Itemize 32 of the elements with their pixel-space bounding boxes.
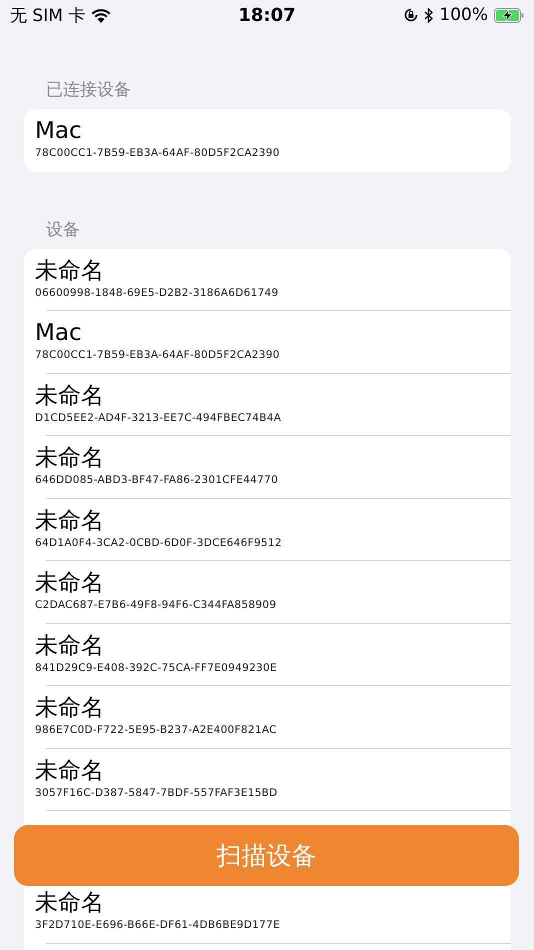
device-name: 未命名 — [35, 382, 104, 410]
device-uuid: 646DD085-ABD3-BF47-FA86-2301CFE44770 — [35, 473, 278, 488]
device-name: Mac — [35, 319, 82, 347]
device-uuid: D1CD5EE2-AD4F-3213-EE7C-494FBEC74B4A — [35, 410, 282, 426]
scan-button[interactable]: 扫描设备 — [14, 825, 519, 886]
device-name: Mac — [35, 117, 82, 145]
device-uuid: C2DAC687-E7B6-49F8-94F6-C344FA858909 — [35, 598, 276, 613]
device-name: 未命名 — [35, 889, 104, 917]
device-name: 未命名 — [35, 444, 104, 472]
device-name: 未命名 — [35, 694, 104, 722]
wifi-icon — [91, 8, 112, 22]
section-header: 已连接设备 — [45, 79, 132, 102]
device-name: 未命名 — [35, 632, 104, 660]
device-uuid: 986E7C0D-F722-5E95-B237-A2E400F821AC — [35, 723, 277, 738]
device-uuid: 78C00CC1-7B59-EB3A-64AF-80D5F2CA2390 — [35, 146, 280, 161]
device-name: 未命名 — [35, 756, 104, 784]
device-uuid: 06600998-1848-69E5-D2B2-3186A6D61749 — [35, 286, 279, 300]
device-uuid: 78C00CC1-7B59-EB3A-64AF-80D5F2CA2390 — [35, 348, 280, 363]
battery-percent: 100% — [439, 5, 488, 25]
device-uuid: 3057F16C-D387-5847-7BDF-557FAF3E15BD — [35, 786, 278, 800]
status-time: 18:07 — [238, 4, 296, 26]
rotation-lock-icon — [404, 8, 418, 22]
battery-charging-icon — [494, 8, 524, 22]
device-uuid: 841D29C9-E408-392C-75CA-FF7E0949230E — [35, 660, 277, 676]
section-header: 设备 — [45, 218, 81, 242]
device-name: 未命名 — [35, 506, 104, 534]
device-name: 未命名 — [35, 256, 104, 284]
device-name: 未命名 — [35, 569, 104, 597]
device-uuid: 64D1A0F4-3CA2-0CBD-6D0F-3DCE646F9512 — [35, 536, 282, 550]
device-uuid: 3F2D710E-E696-B66E-DF61-4DB6BE9D177E — [35, 918, 280, 933]
carrier-label: 无 SIM 卡 — [10, 4, 86, 26]
bluetooth-icon — [424, 8, 434, 22]
